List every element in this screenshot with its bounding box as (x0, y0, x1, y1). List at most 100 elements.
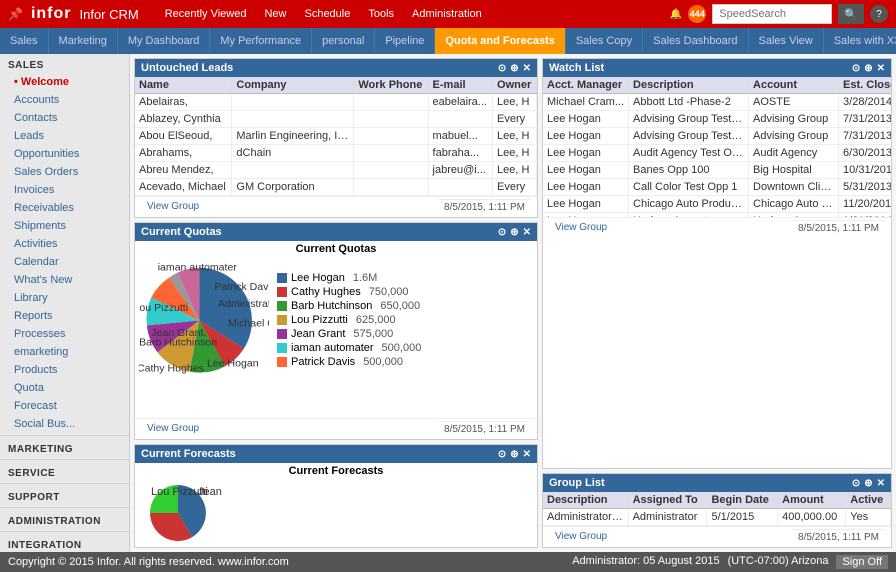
watch-description[interactable]: Advising Group Test Opp 100-1 (629, 111, 749, 128)
group-view-group[interactable]: View Group (549, 529, 613, 545)
sidebar-item-quota[interactable]: Quota (0, 379, 129, 397)
legend-name: Cathy Hughes (291, 286, 361, 298)
untouched-leads-view-group[interactable]: View Group (141, 199, 205, 215)
group-list-table: Description Assigned To Begin Date Amoun… (543, 492, 891, 526)
sidebar-item-opportunities[interactable]: Opportunities (0, 145, 129, 163)
watch-description[interactable]: Banes Opp 100 (629, 162, 749, 179)
watch-account[interactable]: Advising Group (749, 128, 839, 145)
lead-email[interactable]: fabraha... (428, 145, 492, 162)
watch-account[interactable]: Advising Group (749, 111, 839, 128)
sidebar-item-accounts[interactable]: Accounts (0, 91, 129, 109)
watch-account[interactable]: Chicago Auto Products (749, 196, 839, 213)
watch-close: 10/31/2013 (839, 162, 891, 179)
sidebar-item-products[interactable]: Products (0, 361, 129, 379)
tab-sales-view[interactable]: Sales View (749, 28, 824, 54)
group-description[interactable]: Administrator: May, 2... (543, 509, 628, 526)
watch-manager: Lee Hogan (543, 145, 629, 162)
watch-account[interactable]: Downtown Clinic (749, 179, 839, 196)
watch-icon-2[interactable]: ⊕ (864, 63, 872, 74)
sidebar-item-activities[interactable]: Activities (0, 235, 129, 253)
help-button[interactable]: ? (870, 5, 888, 23)
search-button[interactable]: 🔍 (838, 4, 864, 24)
lead-email[interactable]: jabreu@i... (428, 162, 492, 179)
group-icon-1[interactable]: ⊙ (852, 478, 860, 489)
sidebar-item-receivables[interactable]: Receivables (0, 199, 129, 217)
watch-description[interactable]: Abbott Ltd -Phase-2 (629, 94, 749, 111)
quotas-icon-1[interactable]: ⊙ (498, 227, 506, 238)
sign-off-button[interactable]: Sign Off (836, 555, 888, 569)
table-row: Lee Hogan Advising Group Test Opp 100-1 … (543, 111, 891, 128)
sidebar-item-processes[interactable]: Processes (0, 325, 129, 343)
watch-account[interactable]: Big Hospital (749, 162, 839, 179)
sidebar-item-forecast[interactable]: Forecast (0, 397, 129, 415)
nav-recently-viewed[interactable]: Recently Viewed (157, 6, 255, 22)
sidebar-item-welcome[interactable]: Welcome (0, 73, 129, 91)
circle-icon-1[interactable]: ⊙ (498, 63, 506, 74)
tab-my-performance[interactable]: My Performance (210, 28, 312, 54)
tab-personal[interactable]: personal (312, 28, 375, 54)
sidebar-item-emarketing[interactable]: emarketing (0, 343, 129, 361)
watch-description[interactable]: Call Color Test Opp 1 (629, 179, 749, 196)
sidebar-item-invoices[interactable]: Invoices (0, 181, 129, 199)
watch-view-group[interactable]: View Group (549, 220, 613, 236)
forecasts-icon-2[interactable]: ⊕ (510, 449, 518, 460)
group-icon-2[interactable]: ⊕ (864, 478, 872, 489)
quotas-icon-2[interactable]: ⊕ (510, 227, 518, 238)
sidebar-item-reports[interactable]: Reports (0, 307, 129, 325)
lead-name[interactable]: Abelairas, (135, 94, 232, 111)
watch-description[interactable]: Chicago Auto Products-Phase I (629, 196, 749, 213)
table-row: Abrahams, dChain fabraha... Lee, H (135, 145, 537, 162)
lead-email[interactable]: eabelaira... (428, 94, 492, 111)
tab-sales-copy[interactable]: Sales Copy (566, 28, 643, 54)
watch-close: 7/31/2013 (839, 111, 891, 128)
quotas-close-icon[interactable]: ✕ (523, 227, 531, 238)
tab-sales[interactable]: Sales (0, 28, 49, 54)
nav-administration[interactable]: Administration (404, 6, 490, 22)
circle-icon-2[interactable]: ⊕ (510, 63, 518, 74)
group-close-icon[interactable]: ✕ (877, 478, 885, 489)
watch-icon-1[interactable]: ⊙ (852, 63, 860, 74)
sidebar-item-shipments[interactable]: Shipments (0, 217, 129, 235)
search-input[interactable] (712, 4, 832, 24)
tab-quota-forecasts[interactable]: Quota and Forecasts (435, 28, 565, 54)
tab-sales-dashboard[interactable]: Sales Dashboard (643, 28, 748, 54)
close-icon[interactable]: ✕ (523, 63, 531, 74)
sidebar-item-contacts[interactable]: Contacts (0, 109, 129, 127)
forecasts-pie: Lou Pizzutti Jean Grant (143, 483, 223, 543)
nav-schedule[interactable]: Schedule (296, 6, 358, 22)
watch-close-icon[interactable]: ✕ (877, 63, 885, 74)
watch-description[interactable]: Audit Agency Test Opp No Pr... (629, 145, 749, 162)
sidebar-item-calendar[interactable]: Calendar (0, 253, 129, 271)
legend-color (277, 315, 287, 325)
tab-pipeline[interactable]: Pipeline (375, 28, 435, 54)
forecasts-close-icon[interactable]: ✕ (523, 449, 531, 460)
watch-description[interactable]: Advising Group Test Opp 100-1 (629, 128, 749, 145)
lead-name[interactable]: Ablazey, Cynthia (135, 111, 232, 128)
nav-tools[interactable]: Tools (360, 6, 402, 22)
group-icons: ⊙ ⊕ ✕ (852, 478, 885, 489)
lead-email[interactable]: mabuel... (428, 128, 492, 145)
lead-phone (354, 94, 428, 111)
sidebar-item-leads[interactable]: Leads (0, 127, 129, 145)
watch-list-content: Acct. Manager Description Account Est. C… (543, 77, 891, 217)
watch-account[interactable]: Audit Agency (749, 145, 839, 162)
lead-name[interactable]: Abreu Mendez, (135, 162, 232, 179)
nav-new[interactable]: New (256, 6, 294, 22)
forecasts-icon-1[interactable]: ⊙ (498, 449, 506, 460)
lead-name[interactable]: Abou ElSeoud, (135, 128, 232, 145)
sidebar-item-whats-new[interactable]: What's New (0, 271, 129, 289)
quotas-view-group[interactable]: View Group (141, 421, 205, 437)
lead-name[interactable]: Abrahams, (135, 145, 232, 162)
sidebar-divider-support (0, 483, 129, 484)
tab-my-dashboard[interactable]: My Dashboard (118, 28, 211, 54)
lead-email[interactable] (428, 179, 492, 196)
lead-email[interactable] (428, 111, 492, 128)
tab-marketing[interactable]: Marketing (49, 28, 118, 54)
tab-sales-x3[interactable]: Sales with X3 (824, 28, 896, 54)
sidebar-item-social[interactable]: Social Bus... (0, 415, 129, 433)
sidebar-item-sales-orders[interactable]: Sales Orders (0, 163, 129, 181)
sidebar-item-library[interactable]: Library (0, 289, 129, 307)
lead-phone (354, 111, 428, 128)
lead-name[interactable]: Acevado, Michael (135, 179, 232, 196)
watch-account[interactable]: AOSTE (749, 94, 839, 111)
